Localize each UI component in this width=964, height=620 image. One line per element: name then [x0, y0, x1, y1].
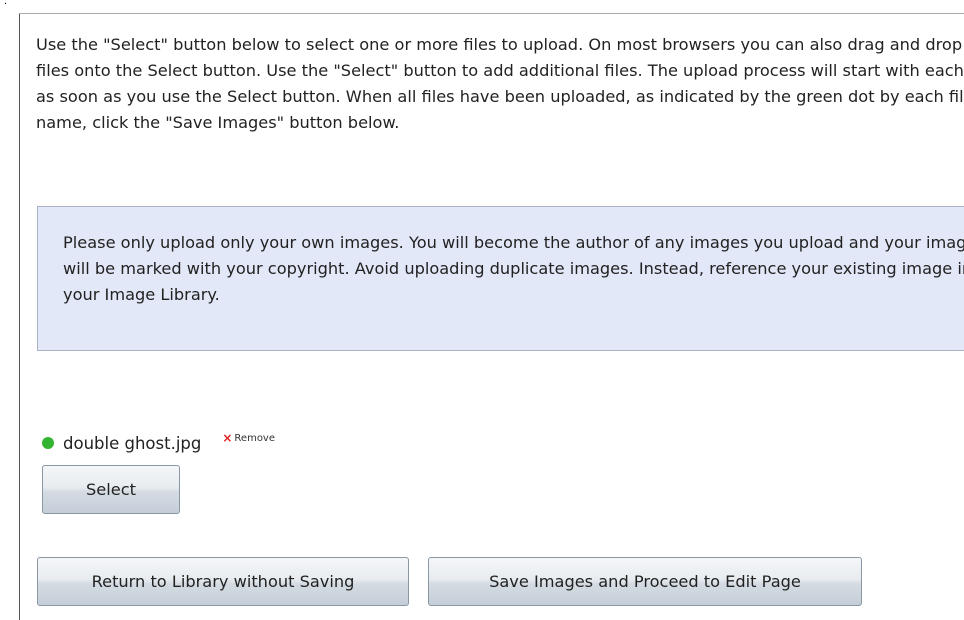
return-to-library-button[interactable]: Return to Library without Saving	[37, 557, 409, 606]
file-name: double ghost.jpg	[63, 433, 202, 453]
instructions-container: Use the "Select" button below to select …	[36, 32, 964, 136]
upload-instructions: Use the "Select" button below to select …	[36, 35, 964, 132]
remove-file-link[interactable]: × Remove	[222, 431, 275, 445]
ownership-notice-text: Please only upload only your own images.…	[63, 233, 964, 304]
file-list-item: double ghost.jpg × Remove	[42, 430, 275, 456]
close-icon[interactable]: ×	[222, 431, 232, 445]
select-files-button[interactable]: Select	[42, 465, 180, 514]
ownership-notice: Please only upload only your own images.…	[37, 206, 964, 351]
frame-left-border	[19, 13, 20, 620]
upload-complete-dot-icon	[42, 437, 54, 449]
remove-file-label[interactable]: Remove	[234, 433, 275, 444]
save-images-button[interactable]: Save Images and Proceed to Edit Page	[428, 557, 862, 606]
frame-top-border	[19, 13, 964, 14]
corner-mark: .	[4, 0, 8, 7]
upload-page: . Use the "Select" button below to selec…	[0, 0, 964, 620]
